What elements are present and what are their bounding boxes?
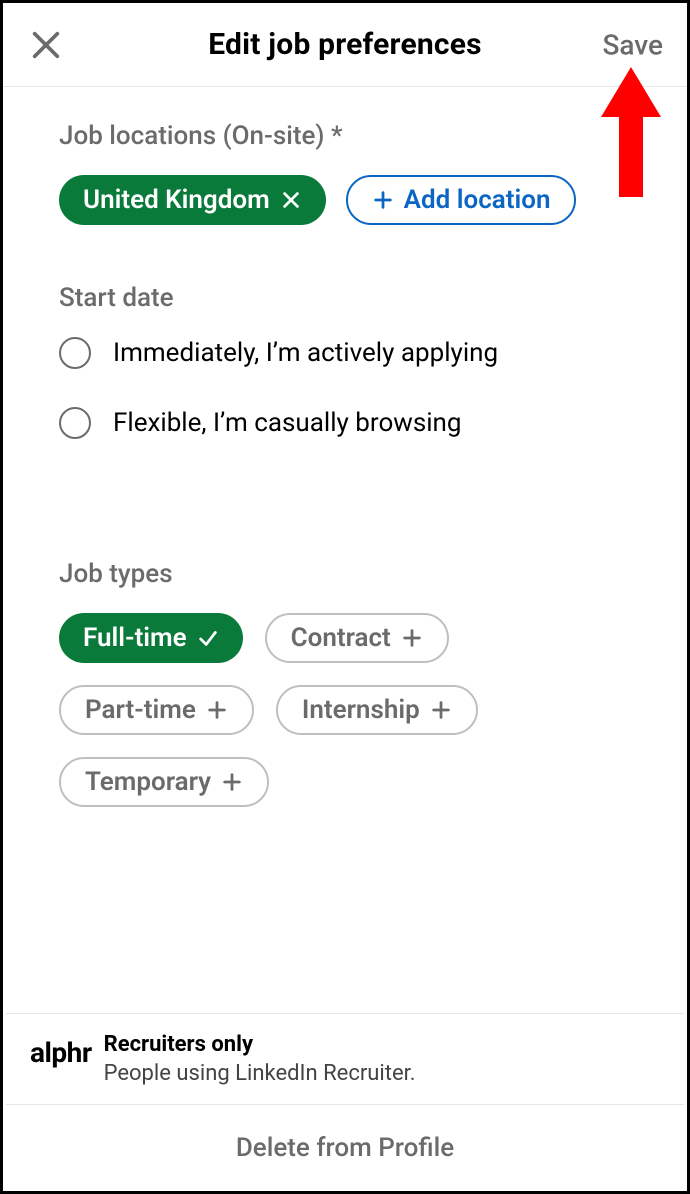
close-icon [29, 28, 63, 62]
plus-icon [372, 189, 394, 211]
job-type-chip-temporary[interactable]: Temporary [59, 757, 269, 807]
radio-flexible[interactable]: Flexible, I’m casually browsing [59, 407, 631, 439]
save-button[interactable]: Save [602, 28, 663, 61]
location-chip-uk[interactable]: United Kingdom [59, 175, 326, 225]
add-location-label: Add location [404, 187, 551, 213]
radio-immediate-label: Immediately, I’m actively applying [113, 338, 498, 368]
plus-icon [206, 699, 228, 721]
visibility-title: Recruiters only [104, 1032, 416, 1057]
modal-header: Edit job preferences Save [3, 3, 687, 87]
visibility-row[interactable]: alphr Recruiters only People using Linke… [6, 1013, 684, 1105]
job-type-chip-internship-label: Internship [302, 697, 420, 723]
locations-chips: United Kingdom Add location [59, 175, 631, 225]
job-type-chip-parttime[interactable]: Part-time [59, 685, 254, 735]
section-locations: Job locations (On-site) * United Kingdom… [59, 121, 631, 225]
modal-body: Job locations (On-site) * United Kingdom… [3, 87, 687, 807]
job-type-chip-fulltime-label: Full-time [83, 625, 187, 651]
brand-logo: alphr [30, 1036, 92, 1069]
location-chip-uk-label: United Kingdom [83, 187, 270, 213]
radio-immediate[interactable]: Immediately, I’m actively applying [59, 337, 631, 369]
job-type-chip-internship[interactable]: Internship [276, 685, 478, 735]
plus-icon [221, 771, 243, 793]
visibility-subtitle: People using LinkedIn Recruiter. [104, 1061, 416, 1086]
job-type-chip-contract[interactable]: Contract [265, 613, 449, 663]
check-icon [197, 627, 219, 649]
plus-icon [401, 627, 423, 649]
visibility-text: Recruiters only People using LinkedIn Re… [104, 1032, 416, 1086]
job-type-chip-fulltime[interactable]: Full-time [59, 613, 243, 663]
modal-title: Edit job preferences [208, 27, 481, 62]
job-types-chips: Full-time Contract Part-time Internship … [59, 613, 631, 807]
plus-icon [430, 699, 452, 721]
delete-from-profile-button[interactable]: Delete from Profile [6, 1108, 684, 1188]
job-type-chip-parttime-label: Part-time [85, 697, 196, 723]
start-date-options: Immediately, I’m actively applying Flexi… [59, 337, 631, 439]
remove-icon [280, 189, 302, 211]
radio-icon [59, 407, 91, 439]
radio-icon [59, 337, 91, 369]
radio-flexible-label: Flexible, I’m casually browsing [113, 408, 462, 438]
add-location-button[interactable]: Add location [346, 175, 577, 225]
section-job-types: Job types Full-time Contract Part-time I… [59, 559, 631, 807]
job-type-chip-temporary-label: Temporary [85, 769, 211, 795]
section-start-date: Start date Immediately, I’m actively app… [59, 283, 631, 439]
locations-label: Job locations (On-site) * [59, 121, 631, 151]
delete-from-profile-label: Delete from Profile [236, 1133, 454, 1163]
job-types-label: Job types [59, 559, 631, 589]
modal-frame: Edit job preferences Save Job locations … [0, 0, 690, 1194]
job-type-chip-contract-label: Contract [291, 625, 391, 651]
close-button[interactable] [25, 24, 67, 66]
start-date-label: Start date [59, 283, 631, 313]
